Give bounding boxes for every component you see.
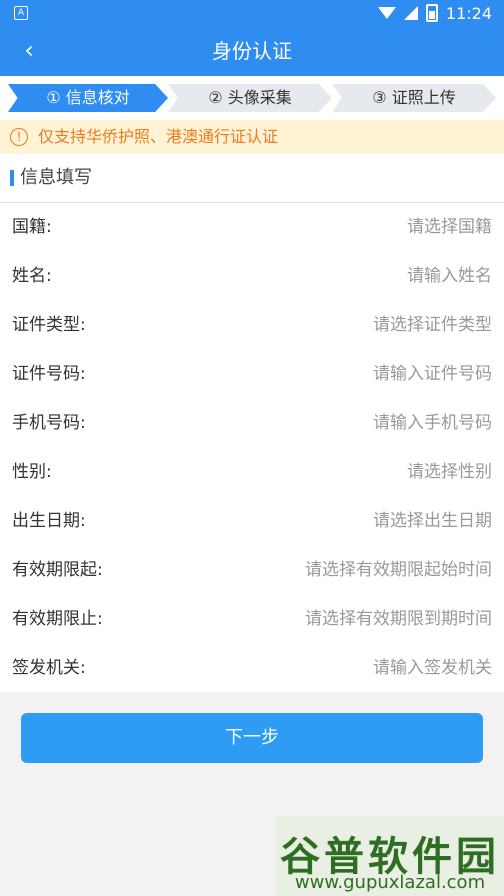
- next-step-button[interactable]: 下一步: [21, 713, 483, 763]
- field-placeholder: 请输入姓名: [407, 266, 492, 286]
- warning-icon: !: [10, 128, 28, 146]
- field-placeholder: 请选择出生日期: [373, 511, 492, 531]
- signal-icon: [403, 6, 418, 20]
- field-label: 国籍:: [12, 217, 52, 237]
- field-placeholder: 请选择有效期限到期时间: [305, 609, 492, 629]
- field-id-type[interactable]: 证件类型: 请选择证件类型: [0, 301, 504, 350]
- field-label: 证件号码:: [12, 364, 86, 384]
- field-placeholder: 请输入证件号码: [373, 364, 492, 384]
- field-placeholder: 请选择性别: [407, 462, 492, 482]
- status-bar: A 11:24: [0, 0, 504, 26]
- step-document-upload: ③ 证照上传: [332, 84, 496, 112]
- field-placeholder: 请输入签发机关: [373, 658, 492, 678]
- step-avatar-capture: ② 头像采集: [168, 84, 332, 112]
- field-placeholder: 请选择证件类型: [373, 315, 492, 335]
- watermark-logo: 谷普软件园 www.gupuxlazal.com: [276, 816, 504, 896]
- field-label: 出生日期:: [12, 511, 86, 531]
- field-label: 姓名:: [12, 266, 52, 286]
- info-form: 国籍: 请选择国籍 姓名: 请输入姓名 证件类型: 请选择证件类型 证件号码: …: [0, 203, 504, 692]
- watermark-url: www.gupuxlazal.com: [294, 872, 486, 893]
- status-right: 11:24: [377, 3, 492, 23]
- notice-banner: ! 仅支持华侨护照、港澳通行证认证: [0, 120, 504, 154]
- field-valid-from[interactable]: 有效期限起: 请选择有效期限起始时间: [0, 546, 504, 595]
- wifi-icon: [377, 7, 396, 19]
- field-id-number[interactable]: 证件号码: 请输入证件号码: [0, 350, 504, 399]
- field-nationality[interactable]: 国籍: 请选择国籍: [0, 203, 504, 252]
- section-accent-bar: [10, 170, 14, 186]
- field-placeholder: 请选择有效期限起始时间: [305, 560, 492, 580]
- notification-icon: A: [14, 6, 28, 20]
- step-info-check: ① 信息核对: [8, 84, 168, 112]
- section-title: 信息填写: [20, 167, 92, 188]
- page-title: 身份认证: [212, 39, 292, 63]
- field-birth-date[interactable]: 出生日期: 请选择出生日期: [0, 497, 504, 546]
- field-valid-to[interactable]: 有效期限止: 请选择有效期限到期时间: [0, 595, 504, 644]
- field-issuing-authority[interactable]: 签发机关: 请输入签发机关: [0, 644, 504, 693]
- field-gender[interactable]: 性别: 请选择性别: [0, 448, 504, 497]
- field-label: 有效期限起:: [12, 560, 103, 580]
- section-header: 信息填写: [0, 154, 504, 203]
- field-label: 证件类型:: [12, 315, 86, 335]
- field-label: 有效期限止:: [12, 609, 103, 629]
- field-label: 签发机关:: [12, 658, 86, 678]
- progress-steps: ① 信息核对 ② 头像采集 ③ 证照上传: [0, 76, 504, 120]
- title-bar: ‹ 身份认证: [0, 26, 504, 76]
- field-label: 手机号码:: [12, 413, 86, 433]
- notice-text: 仅支持华侨护照、港澳通行证认证: [38, 127, 279, 146]
- battery-icon: [425, 4, 438, 22]
- field-placeholder: 请选择国籍: [407, 217, 492, 237]
- status-time: 11:24: [445, 3, 492, 23]
- field-placeholder: 请输入手机号码: [373, 413, 492, 433]
- field-phone[interactable]: 手机号码: 请输入手机号码: [0, 399, 504, 448]
- field-label: 性别:: [12, 462, 52, 482]
- field-name[interactable]: 姓名: 请输入姓名: [0, 252, 504, 301]
